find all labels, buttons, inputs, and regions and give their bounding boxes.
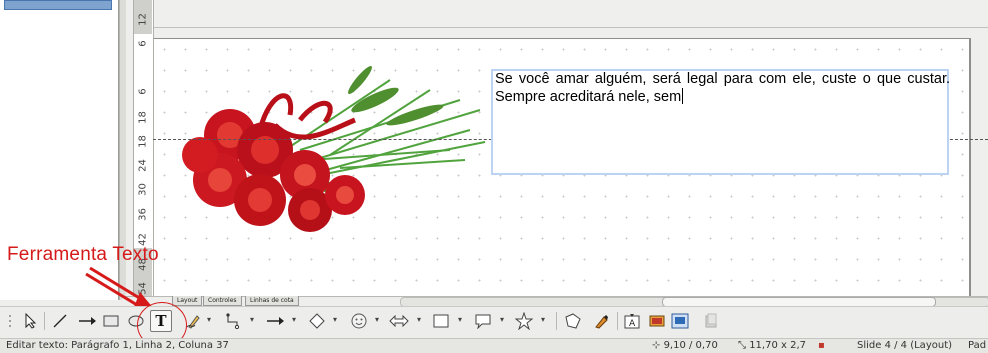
text-cursor bbox=[682, 88, 684, 104]
position-readout: ⊹ 9,10 / 0,70 bbox=[652, 340, 718, 351]
ruler-tick: 36 bbox=[137, 208, 149, 221]
ruler-tick: 24 bbox=[137, 159, 149, 172]
flowchart-icon[interactable] bbox=[430, 308, 452, 334]
roses-image[interactable] bbox=[160, 60, 490, 250]
text-box-text: Se você amar alguém, será legal para com… bbox=[495, 71, 950, 105]
stars-icon[interactable] bbox=[513, 308, 535, 334]
fontwork-icon[interactable] bbox=[590, 308, 612, 334]
ruler-tick: 30 bbox=[137, 183, 149, 196]
gallery-icon[interactable] bbox=[646, 308, 668, 334]
position-icon: ⊹ bbox=[652, 340, 664, 351]
rectangle-icon[interactable] bbox=[101, 308, 121, 334]
ruler-tick: 18 bbox=[137, 111, 149, 124]
ruler-tick: 6 bbox=[137, 40, 149, 47]
size-icon: ⤡ bbox=[738, 340, 750, 351]
toolbar-separator bbox=[617, 312, 618, 330]
connector-dropdown-icon[interactable]: ▾ bbox=[250, 315, 254, 324]
curve-dropdown-icon[interactable]: ▾ bbox=[207, 315, 211, 324]
toolbar-separator bbox=[556, 312, 557, 330]
symbol-shapes-icon[interactable] bbox=[348, 308, 370, 334]
callouts-dropdown-icon[interactable]: ▾ bbox=[500, 315, 504, 324]
lines-arrows-icon[interactable] bbox=[263, 308, 287, 334]
ruler-tick: 12 bbox=[137, 13, 149, 26]
arrows-dropdown-icon[interactable]: ▾ bbox=[417, 315, 421, 324]
tab-controles[interactable]: Controles bbox=[203, 296, 242, 306]
lines-dropdown-icon[interactable]: ▾ bbox=[292, 315, 296, 324]
from-file-icon[interactable]: A bbox=[621, 308, 643, 334]
toolbar-grip-icon[interactable] bbox=[6, 308, 14, 334]
curve-icon[interactable] bbox=[184, 308, 204, 334]
slide-info: Slide 4 / 4 (Layout) bbox=[857, 340, 953, 351]
svg-text:A: A bbox=[629, 319, 636, 329]
block-arrows-icon[interactable] bbox=[387, 308, 411, 334]
modified-icon[interactable]: ▪ bbox=[818, 340, 825, 351]
connector-icon[interactable] bbox=[222, 308, 244, 334]
ruler-tick: 6 bbox=[137, 88, 149, 95]
edit-status-text: Editar texto: Parágrafo 1, Linha 2, Colu… bbox=[6, 340, 229, 351]
symbols-dropdown-icon[interactable]: ▾ bbox=[375, 315, 379, 324]
points-icon[interactable] bbox=[562, 308, 584, 334]
master-page-name: Pad bbox=[968, 340, 987, 351]
stars-dropdown-icon[interactable]: ▾ bbox=[541, 315, 545, 324]
select-icon[interactable] bbox=[20, 308, 40, 334]
selected-slide-thumbnail[interactable] bbox=[4, 0, 112, 10]
toggle-extrusion-icon[interactable] bbox=[700, 308, 722, 334]
tab-linhas-de-cota[interactable]: Linhas de cota bbox=[245, 296, 299, 306]
arrow-line-icon[interactable] bbox=[76, 308, 98, 334]
toolbar-separator bbox=[44, 312, 45, 330]
size-readout: ⤡ 11,70 x 2,7 bbox=[738, 340, 806, 351]
shapes-dropdown-icon[interactable]: ▾ bbox=[333, 315, 337, 324]
ruler-tick: 18 bbox=[137, 135, 149, 148]
callouts-icon[interactable] bbox=[472, 308, 494, 334]
horizontal-guide bbox=[153, 27, 988, 28]
line-icon[interactable] bbox=[50, 308, 70, 334]
basic-shapes-icon[interactable] bbox=[306, 308, 328, 334]
text-box-content[interactable]: Se você amar alguém, será legal para com… bbox=[495, 70, 950, 106]
tab-layout[interactable]: Layout bbox=[172, 296, 203, 306]
extrusion-icon[interactable] bbox=[669, 308, 691, 334]
flowchart-dropdown-icon[interactable]: ▾ bbox=[458, 315, 462, 324]
